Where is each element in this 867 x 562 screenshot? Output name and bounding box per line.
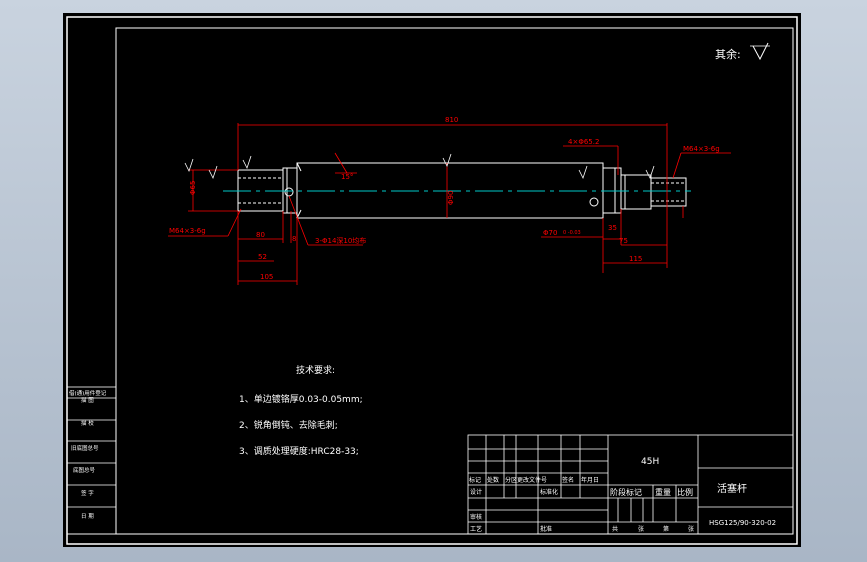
- svg-text:签 字: 签 字: [81, 489, 94, 497]
- svg-text:M64×3-6g: M64×3-6g: [169, 227, 206, 235]
- dimension-texts: 810 15° Φ65 Φ90 M64×3-6g M64×3-6g 4×Φ65.…: [169, 116, 720, 281]
- svg-text:4×Φ65.2: 4×Φ65.2: [568, 138, 599, 146]
- svg-text:1、单边镀铬厚0.03-0.05mm;: 1、单边镀铬厚0.03-0.05mm;: [239, 393, 363, 405]
- svg-text:审核: 审核: [470, 513, 482, 521]
- svg-text:810: 810: [445, 116, 458, 124]
- svg-text:52: 52: [258, 253, 267, 261]
- svg-text:45H: 45H: [641, 457, 659, 467]
- svg-text:8: 8: [292, 235, 296, 243]
- svg-text:张: 张: [638, 525, 644, 533]
- svg-text:35: 35: [608, 224, 617, 232]
- svg-text:M64×3-6g: M64×3-6g: [683, 145, 720, 153]
- outer-border: [66, 16, 798, 545]
- surface-note: 其余:: [715, 42, 770, 61]
- svg-text:Φ70: Φ70: [543, 229, 557, 237]
- svg-text:工艺: 工艺: [470, 525, 482, 533]
- svg-text:15°: 15°: [341, 173, 353, 181]
- svg-text:标记: 标记: [469, 476, 481, 484]
- svg-text:设计: 设计: [470, 488, 482, 496]
- svg-text:更改文件号: 更改文件号: [517, 476, 547, 484]
- svg-text:Φ65: Φ65: [189, 181, 197, 195]
- svg-text:共: 共: [612, 525, 618, 533]
- svg-text:描 校: 描 校: [81, 419, 94, 427]
- svg-text:3-Φ14深10均布: 3-Φ14深10均布: [315, 236, 366, 245]
- svg-text:第: 第: [663, 525, 669, 533]
- svg-text:115: 115: [629, 255, 642, 263]
- svg-text:技术要求:: 技术要求:: [296, 364, 335, 376]
- svg-text:0 -0.03: 0 -0.03: [563, 230, 581, 236]
- svg-text:2、锐角倒钝、去除毛刺;: 2、锐角倒钝、去除毛刺;: [239, 419, 338, 431]
- technical-notes: 技术要求: 1、单边镀铬厚0.03-0.05mm; 2、锐角倒钝、去除毛刺; 3…: [239, 364, 363, 457]
- svg-text:其余:: 其余:: [715, 47, 741, 61]
- roughness-icon: [752, 42, 769, 61]
- inner-border: [115, 27, 794, 535]
- svg-text:分区: 分区: [505, 476, 517, 484]
- roughness-symbols: [184, 153, 655, 180]
- svg-text:105: 105: [260, 273, 273, 281]
- svg-text:张: 张: [688, 525, 694, 533]
- svg-text:75: 75: [619, 237, 628, 245]
- svg-text:比例: 比例: [677, 487, 693, 497]
- svg-text:重量: 重量: [655, 487, 671, 497]
- svg-text:描 图: 描 图: [81, 396, 94, 404]
- drawing-canvas: 其余: 810 15° Φ65 Φ90 M64×3-6g M64×3-6g 4×…: [63, 13, 801, 547]
- svg-text:底图总号: 底图总号: [73, 466, 96, 474]
- svg-text:活塞杆: 活塞杆: [717, 482, 747, 495]
- svg-text:签名: 签名: [562, 476, 574, 484]
- svg-text:年月日: 年月日: [581, 476, 599, 484]
- left-stamp-text: 借(通)用件登记 描 图 描 校 旧底图总号 底图总号 签 字 日 期: [69, 389, 107, 520]
- svg-text:旧底图总号: 旧底图总号: [71, 444, 99, 452]
- svg-text:3、调质处理硬度:HRC28-33;: 3、调质处理硬度:HRC28-33;: [239, 445, 359, 457]
- svg-text:处数: 处数: [487, 476, 499, 484]
- svg-text:阶段标记: 阶段标记: [610, 487, 642, 497]
- svg-text:日 期: 日 期: [81, 513, 94, 520]
- svg-text:借(通)用件登记: 借(通)用件登记: [69, 389, 107, 397]
- svg-text:Φ90: Φ90: [447, 191, 455, 205]
- left-stamp: [66, 386, 117, 535]
- svg-text:80: 80: [256, 231, 265, 239]
- svg-text:标准化: 标准化: [540, 488, 558, 496]
- svg-text:批准: 批准: [540, 525, 552, 533]
- svg-text:HSG125/90-320-02: HSG125/90-320-02: [709, 519, 776, 527]
